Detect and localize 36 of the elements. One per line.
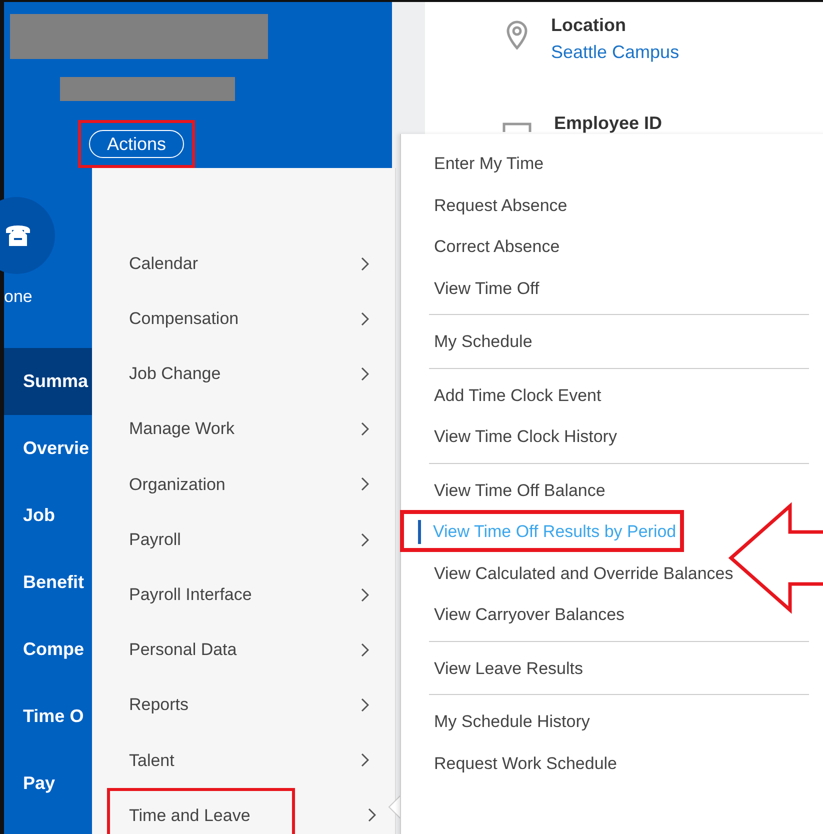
- menu-item[interactable]: Manage Work: [107, 402, 392, 457]
- field-label: Employee ID: [554, 112, 662, 135]
- nav-tab[interactable]: Overvie: [4, 415, 92, 482]
- phone-label: one: [4, 286, 32, 308]
- menu-item[interactable]: Payroll Interface: [107, 567, 392, 622]
- menu-item[interactable]: Payroll: [107, 512, 392, 568]
- submenu-item[interactable]: My Schedule: [401, 320, 538, 362]
- submenu-item[interactable]: Request Absence: [401, 184, 574, 225]
- menu-item[interactable]: Job Change: [107, 346, 392, 402]
- submenu-item[interactable]: View Time Clock History: [401, 415, 623, 456]
- field-label: Location: [551, 14, 627, 37]
- submenu-item[interactable]: Correct Absence: [401, 225, 566, 266]
- location-link[interactable]: Seattle Campus: [551, 42, 680, 62]
- submenu-item[interactable]: Request Work Schedule: [401, 742, 624, 783]
- menu-item[interactable]: Personal Data: [107, 622, 392, 678]
- nav-tab[interactable]: Summa: [4, 348, 92, 415]
- menu-item[interactable]: Talent: [107, 732, 392, 788]
- menu-item[interactable]: Calendar: [107, 236, 392, 292]
- nav-tab[interactable]: Job: [4, 482, 92, 549]
- submenu-item[interactable]: View Time Off: [401, 266, 546, 308]
- menu-item[interactable]: Time and Leave: [107, 788, 295, 834]
- nav-tab[interactable]: Compe: [4, 616, 92, 683]
- submenu-item[interactable]: Enter My Time: [401, 142, 550, 184]
- nav-tab[interactable]: Benefit: [4, 549, 92, 616]
- menu-item[interactable]: Organization: [107, 456, 392, 512]
- nav-tab[interactable]: Pay: [4, 750, 92, 817]
- actions-button[interactable]: Actions: [89, 130, 184, 158]
- nav-tab[interactable]: Time O: [4, 683, 92, 750]
- submenu-item[interactable]: View Time Off Balance: [401, 468, 612, 510]
- submenu-item[interactable]: Add Time Clock Event: [401, 374, 608, 415]
- menu-item[interactable]: Reports: [107, 678, 392, 733]
- menu-item[interactable]: Compensation: [107, 291, 392, 346]
- submenu-item[interactable]: View Leave Results: [401, 646, 589, 688]
- submenu-item[interactable]: View Calculated and Override Balances: [401, 552, 740, 593]
- submenu-item[interactable]: View Carryover Balances: [401, 593, 631, 634]
- submenu-item[interactable]: My Schedule History: [401, 700, 596, 742]
